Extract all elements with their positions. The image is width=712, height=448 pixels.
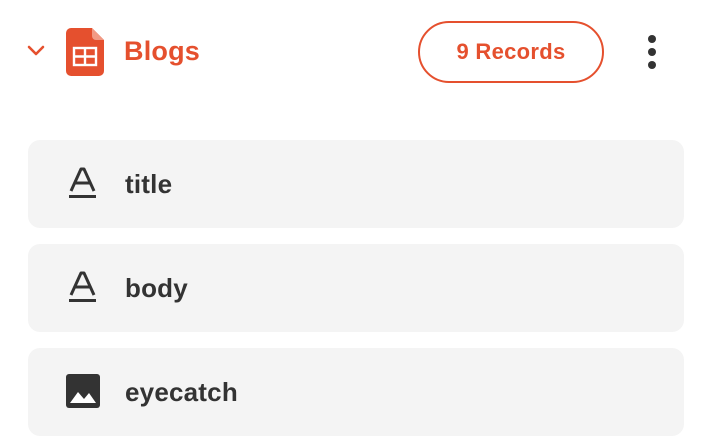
field-label: title <box>125 169 173 199</box>
field-label: eyecatch <box>125 377 238 407</box>
text-type-icon <box>66 166 100 202</box>
records-count-button[interactable]: 9 Records <box>418 21 604 83</box>
collection-title[interactable]: Blogs <box>124 33 200 69</box>
text-type-icon <box>66 270 100 306</box>
chevron-down-icon[interactable] <box>26 43 46 59</box>
spreadsheet-icon <box>66 28 104 76</box>
more-vertical-icon[interactable] <box>636 32 668 72</box>
field-row-eyecatch[interactable]: eyecatch <box>28 348 684 436</box>
collection-header: Blogs 9 Records <box>0 0 712 110</box>
field-row-title[interactable]: title <box>28 140 684 228</box>
field-label: body <box>125 273 188 303</box>
image-type-icon <box>66 374 100 410</box>
field-row-body[interactable]: body <box>28 244 684 332</box>
collection-panel: Blogs 9 Records title body eyecatch <box>0 0 712 448</box>
